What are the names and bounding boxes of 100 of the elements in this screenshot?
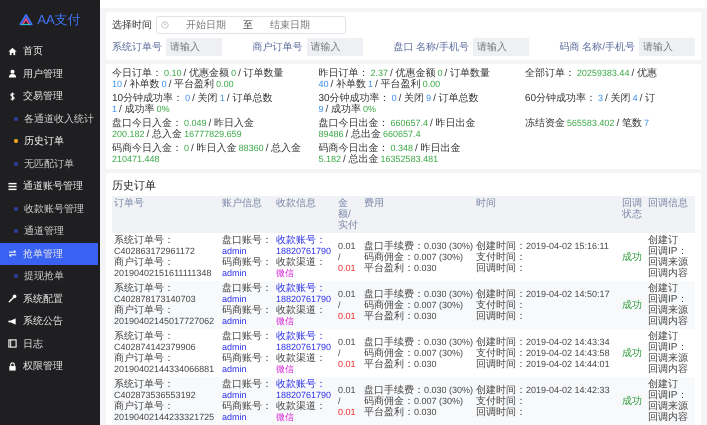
nav-subitem[interactable]: 无匹配订单 [0, 152, 100, 175]
status-text: 成功 [622, 396, 642, 406]
date-range-field[interactable]: 开始日期 至 结束日期 [156, 16, 346, 34]
cell-label: 创建订 [648, 235, 678, 246]
nav-subitem[interactable]: 各通道收入统计 [0, 108, 100, 130]
nav-subitem[interactable]: 收款账号管理 [0, 198, 100, 220]
cell-label: 回调时间： [476, 358, 526, 370]
cell-value: 2019-04-02 14:43:34 [526, 336, 610, 346]
stat-value: 0 [162, 79, 167, 89]
cell-value: 微信 [276, 316, 294, 326]
cell-value: C402863172961172 [114, 246, 195, 256]
cell-label: 平台盈利： [364, 310, 414, 322]
cell-label: 商户订单号： [114, 257, 174, 268]
cell-value: 18820761790 [276, 294, 332, 304]
cell-label: 系统订单号： [114, 331, 174, 342]
cell-value: 20190402145017727062 [114, 316, 214, 326]
stat-value: 7 [644, 118, 650, 128]
amount-value: 0.01 [338, 240, 356, 250]
stat-value: 9 [318, 104, 324, 114]
field-label: 选择时间 [112, 18, 152, 32]
cell-label: 回调来源 [648, 305, 688, 316]
cell-value: admin [222, 294, 247, 304]
column-header: 回调状态 [621, 197, 643, 222]
cell-value: admin [222, 316, 247, 326]
cell-label: 系统订单号： [114, 235, 174, 246]
nav-subitem[interactable]: 提现抢单 [0, 265, 100, 288]
stat-value: 0% [363, 104, 376, 114]
column-header: 回调信息 [647, 196, 689, 211]
cell-value: 0.007 (30%) [414, 252, 464, 262]
nav-item[interactable]: 用户管理 [0, 62, 100, 85]
cell-value: 0.030 (30%) [424, 240, 474, 250]
cell-label: 支付时间： [476, 348, 526, 358]
lock-icon [8, 362, 17, 371]
cell-label: 收款账号： [276, 283, 326, 294]
cell-label: 支付时间： [476, 252, 526, 262]
cell-label: 码商账号： [222, 401, 272, 412]
stat-label: / 关闭 [605, 93, 631, 104]
cell-value: 18820761790 [276, 342, 332, 352]
stat-label: / 笔数 [616, 118, 642, 129]
cell-value: 0.030 [414, 310, 437, 320]
cell-value: 微信 [276, 364, 294, 374]
cell-label: 支付时间： [476, 300, 526, 310]
stat-label: / 平台盈利 [168, 79, 214, 90]
column-header: 账户信息 [221, 196, 263, 211]
stat-value: 0 [392, 93, 397, 103]
stat-label: 10分钟成功率： [112, 93, 184, 104]
cell-label: 创建时间： [476, 240, 526, 252]
cell-value: C402874142379906 [114, 342, 196, 352]
stat-value: 660657.4 [390, 118, 428, 128]
start-date-input[interactable]: 开始日期 [169, 18, 243, 32]
cell-value: 20190402144334066881 [114, 364, 214, 374]
nav-item[interactable]: 日志 [0, 332, 100, 355]
nav-item[interactable]: 通道账号管理 [0, 175, 100, 198]
cell-label: 创建时间： [476, 336, 526, 348]
nav-subitem[interactable]: 历史订单 [0, 130, 100, 152]
stat-label: / 关闭 [192, 93, 218, 104]
cell-label: 回调时间： [476, 262, 526, 274]
cell-label: 码商账号： [222, 257, 272, 268]
cell-label: 回调时间： [476, 406, 526, 418]
cell-value: 0.007 (30%) [414, 300, 464, 310]
input-field[interactable]: 请输入 [639, 38, 695, 56]
stat-label: 昨日订单： [318, 68, 368, 79]
cell-value: 0.007 (30%) [414, 348, 464, 358]
field-label: 码商 名称/手机号 [559, 40, 635, 54]
amount-separator: / [338, 300, 341, 310]
stat-value: 0.348 [390, 143, 413, 153]
stat-value: 1 [368, 79, 374, 89]
nav-item[interactable]: 系统公告 [0, 310, 100, 332]
stat-value: 20259383.44 [576, 68, 630, 78]
cell-label: 盘口账号： [222, 331, 272, 342]
stat-value: 660657.4 [383, 129, 421, 139]
nav-item[interactable]: 抢单管理 [0, 242, 98, 265]
paid-value: 0.01 [338, 358, 356, 368]
amount-separator: / [338, 348, 341, 358]
nav-item[interactable]: 交易管理 [0, 85, 100, 108]
cell-label: 回调时间： [476, 310, 526, 322]
stat-label: 今日订单： [112, 68, 162, 79]
stat-value: 88360 [238, 143, 264, 153]
input-field[interactable]: 请输入 [306, 38, 363, 56]
cell-label: 盘口账号： [222, 235, 272, 246]
input-field[interactable]: 请输入 [472, 38, 529, 56]
paid-value: 0.01 [338, 310, 356, 320]
end-date-input[interactable]: 结束日期 [253, 18, 327, 32]
stat-label: / 补单数 [330, 79, 366, 90]
cell-value: 0.030 [414, 406, 437, 416]
nav-item[interactable]: 系统配置 [0, 288, 100, 310]
stat-label: 盘口今日入金： [112, 118, 182, 129]
stat-label: / 优惠金额 [184, 68, 230, 79]
cell-label: 商户订单号： [114, 401, 174, 412]
cell-label: 系统订单号： [114, 379, 174, 390]
cell-value: 0.007 (30%) [414, 396, 464, 406]
stat-label: / 总入金 [146, 129, 182, 140]
cell-label: 平台盈利： [364, 358, 414, 370]
nav-item[interactable]: 首页 [0, 40, 100, 62]
nav-item[interactable]: 权限管理 [0, 355, 100, 378]
section-title: 历史订单 [112, 179, 157, 194]
nav-subitem[interactable]: 通道管理 [0, 220, 100, 242]
input-field[interactable]: 请输入 [166, 38, 222, 56]
cell-label: 码商佣金： [364, 252, 414, 262]
column-header: 订单号 [113, 196, 145, 211]
